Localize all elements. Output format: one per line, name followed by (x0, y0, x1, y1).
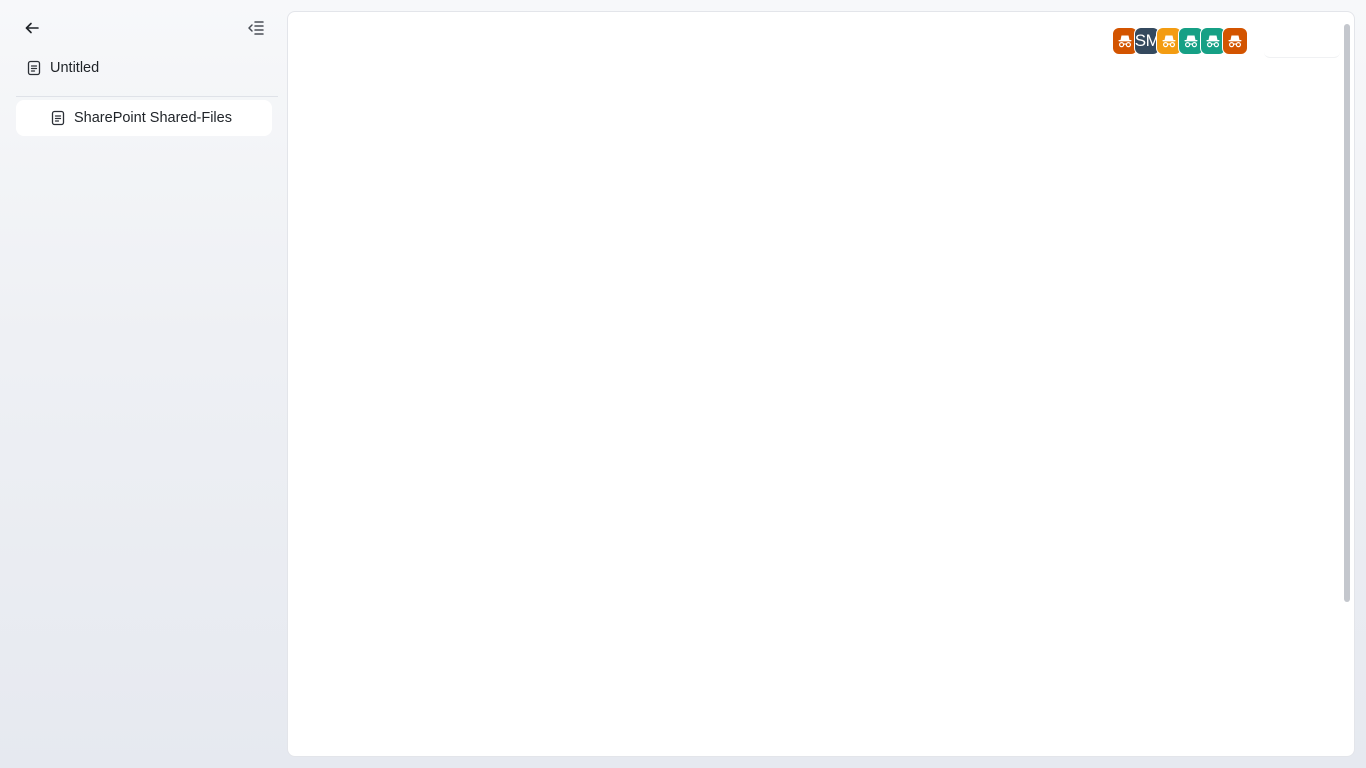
sidebar-item-untitled[interactable]: Untitled (26, 56, 99, 80)
arrow-left-icon (25, 22, 39, 34)
incognito-icon (1162, 35, 1176, 48)
page-icon (51, 110, 65, 126)
editor-panel[interactable]: SM (287, 11, 1355, 757)
sidebar-item-label: Untitled (50, 60, 100, 76)
scrollbar-thumb[interactable] (1344, 24, 1350, 602)
collapse-sidebar-button[interactable] (242, 14, 270, 42)
avatar-anonymous[interactable] (1222, 27, 1248, 55)
scrollbar[interactable] (1344, 24, 1350, 746)
sidebar-divider (16, 96, 278, 97)
header-actions (1264, 30, 1340, 58)
sidebar-item-label: SharePoint Shared-Files (74, 110, 232, 126)
presence-avatars: SM (1112, 27, 1248, 55)
incognito-icon (1118, 35, 1132, 48)
sidebar: Untitled SharePoint Shared-Files (0, 0, 288, 768)
incognito-icon (1184, 35, 1198, 48)
page-icon (27, 60, 41, 76)
back-button[interactable] (18, 14, 46, 42)
collapse-sidebar-icon (248, 21, 264, 35)
sidebar-item-sharepoint-shared-files[interactable]: SharePoint Shared-Files (16, 100, 272, 136)
incognito-icon (1228, 35, 1242, 48)
incognito-icon (1206, 35, 1220, 48)
